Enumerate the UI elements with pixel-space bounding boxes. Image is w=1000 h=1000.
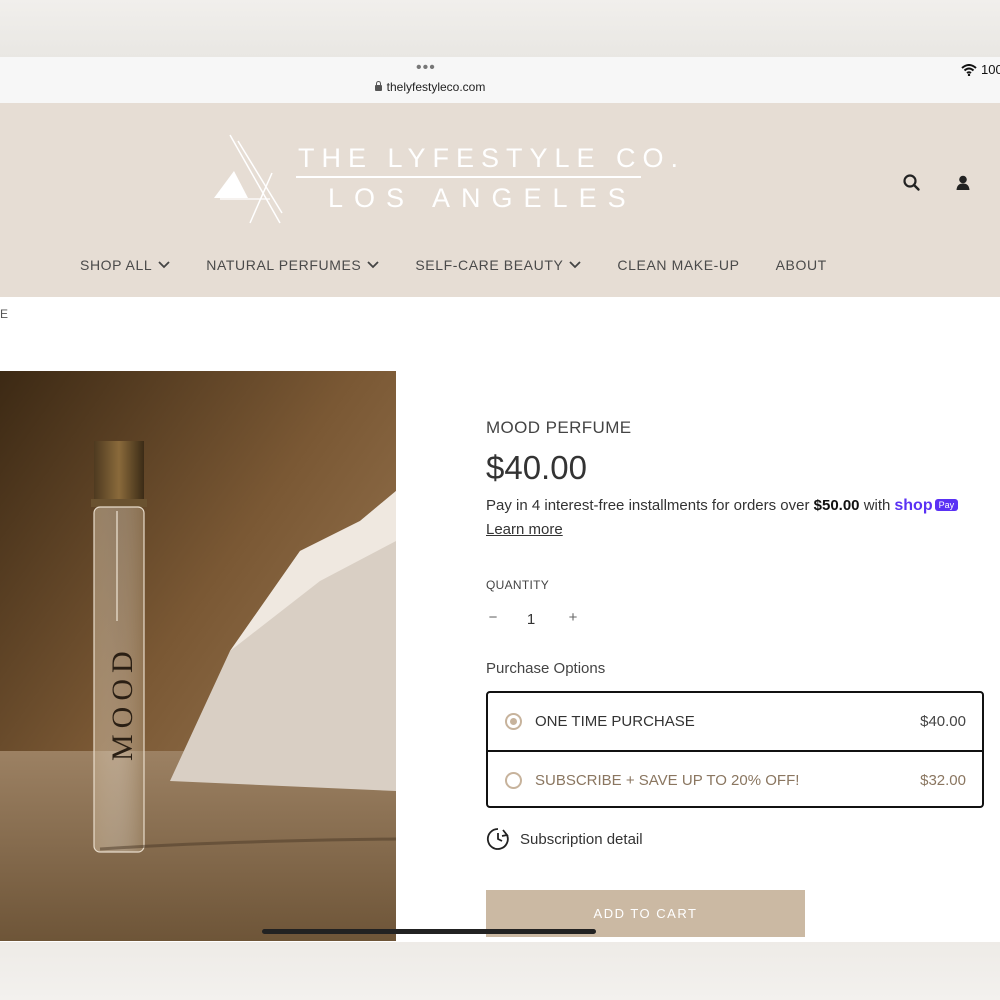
option-one-time-purchase[interactable]: ONE TIME PURCHASE $40.00 [488, 693, 982, 752]
browser-menu-dots[interactable]: ••• [416, 60, 436, 76]
option-subscribe[interactable]: SUBSCRIBE + SAVE UP TO 20% OFF! $32.00 [488, 752, 982, 809]
url-text: thelyfestyleco.com [386, 80, 486, 94]
device-top-bezel [0, 0, 1000, 57]
quantity-increase-button[interactable]: + [566, 609, 580, 626]
logo-mark-icon [214, 134, 283, 224]
site-header: THE LYFESTYLE CO. LOS ANGELES SHOP ALL N… [0, 103, 1000, 297]
shop-pay-badge: Pay [934, 499, 959, 511]
nav-label: SHOP ALL [80, 257, 153, 273]
purchase-options: ONE TIME PURCHASE $40.00 SUBSCRIBE + SAV… [486, 691, 984, 808]
installments-amount: $50.00 [813, 497, 860, 514]
shop-pay-logo: shop [894, 497, 933, 514]
installments-label: Pay in 4 interest-free installments for … [486, 497, 814, 514]
subscription-detail-link[interactable]: Subscription detail [486, 827, 643, 851]
learn-more-link[interactable]: Learn more [486, 521, 563, 538]
product-price: $40.00 [486, 449, 587, 486]
radio-button[interactable] [505, 772, 522, 789]
option-label: SUBSCRIBE + SAVE UP TO 20% OFF! [535, 772, 800, 789]
brand-logo[interactable]: THE LYFESTYLE CO. LOS ANGELES [210, 133, 678, 228]
clock-refresh-icon [486, 828, 509, 850]
search-icon[interactable] [902, 173, 922, 193]
product-title: MOOD PERFUME [486, 418, 632, 437]
nav-item-clean-make-up[interactable]: CLEAN MAKE-UP [617, 257, 739, 273]
device-bottom-bezel [0, 942, 1000, 1000]
product-photo: MOOD [0, 371, 396, 941]
logo-subtitle: LOS ANGELES [328, 183, 637, 213]
nav-label: ABOUT [775, 257, 827, 273]
radio-button-selected[interactable] [505, 713, 522, 730]
nav-item-about[interactable]: ABOUT [776, 257, 827, 273]
nav-item-natural-perfumes[interactable]: NATURAL PERFUMES [206, 257, 379, 273]
nav-label: NATURAL PERFUMES [206, 257, 362, 273]
browser-address-bar: ••• thelyfestyleco.com 100 [0, 57, 1000, 104]
purchase-options-label: Purchase Options [486, 660, 606, 677]
logo-divider [296, 176, 641, 178]
url-display[interactable]: thelyfestyleco.com [0, 80, 860, 94]
option-price: $32.00 [920, 772, 966, 789]
breadcrumb[interactable]: E [0, 307, 8, 321]
chevron-down-icon [367, 261, 379, 269]
quantity-input[interactable]: 1 [524, 611, 538, 628]
chevron-down-icon [569, 261, 582, 269]
nav-label: SELF-CARE BEAUTY [415, 257, 564, 273]
installments-text: Pay in 4 interest-free installments for … [486, 497, 959, 515]
subscription-detail-label: Subscription detail [520, 830, 643, 848]
user-icon[interactable] [953, 173, 973, 193]
quantity-decrease-button[interactable]: − [486, 609, 500, 626]
main-nav: SHOP ALL NATURAL PERFUMES SELF-CARE BEAU… [80, 257, 863, 273]
wifi-icon [961, 63, 977, 76]
nav-label: CLEAN MAKE-UP [617, 257, 740, 273]
bottle-label: MOOD [106, 645, 139, 761]
product-image[interactable]: MOOD [0, 371, 396, 941]
nav-item-shop-all[interactable]: SHOP ALL [80, 257, 170, 273]
quantity-stepper: − 1 + [486, 609, 586, 633]
nav-item-self-care-beauty[interactable]: SELF-CARE BEAUTY [415, 257, 582, 273]
status-bar: 100 [961, 62, 1000, 77]
product-page: E MOOD MOOD PERFUME $40.00 Pay in 4 inte… [0, 297, 1000, 942]
home-indicator[interactable] [262, 929, 596, 934]
installments-with: with [859, 497, 891, 514]
option-price: $40.00 [920, 713, 966, 730]
logo-title: THE LYFESTYLE CO. [298, 143, 686, 173]
battery-percent: 100 [981, 62, 1000, 77]
chevron-down-icon [158, 261, 170, 269]
option-label: ONE TIME PURCHASE [535, 713, 695, 730]
lock-icon [374, 81, 382, 91]
quantity-label: QUANTITY [486, 578, 550, 592]
